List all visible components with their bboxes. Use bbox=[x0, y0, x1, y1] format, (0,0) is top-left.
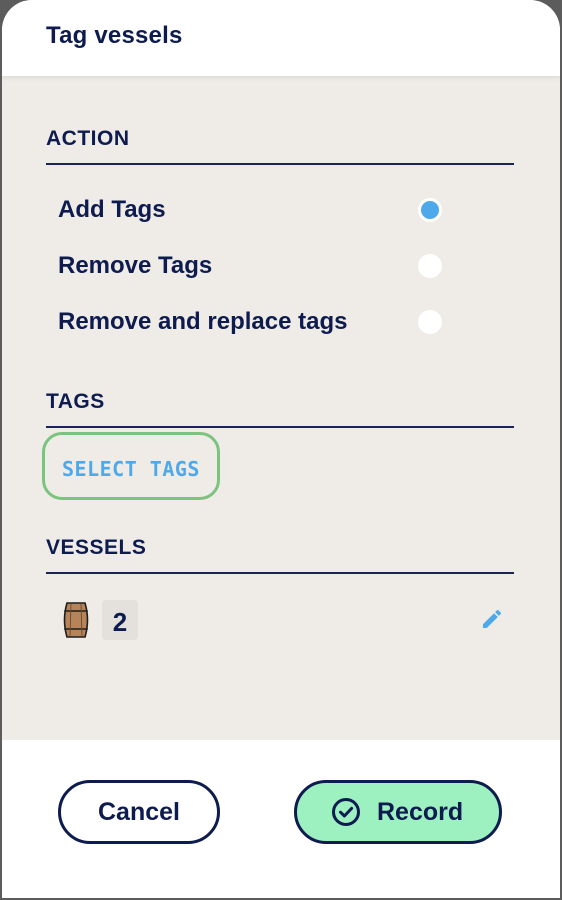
cancel-button[interactable]: Cancel bbox=[58, 780, 220, 844]
tags-section-divider bbox=[46, 426, 514, 428]
action-section-title: ACTION bbox=[46, 127, 130, 150]
modal-header: Tag vessels bbox=[2, 0, 560, 77]
radio-option-add-tags[interactable]: Add Tags bbox=[58, 190, 458, 230]
radio-button-remove-and-replace-tags[interactable] bbox=[418, 310, 442, 334]
radio-option-remove-tags[interactable]: Remove Tags bbox=[58, 246, 458, 286]
barrel-icon bbox=[63, 602, 89, 638]
radio-button-remove-tags[interactable] bbox=[418, 254, 442, 278]
radio-label-remove-tags: Remove Tags bbox=[58, 252, 213, 279]
radio-option-remove-and-replace-tags[interactable]: Remove and replace tags bbox=[58, 302, 458, 342]
record-button[interactable]: Record bbox=[294, 780, 502, 844]
select-tags-label: SELECT TAGS bbox=[62, 457, 200, 481]
vessels-section-title: VESSELS bbox=[46, 536, 147, 559]
cancel-button-label: Cancel bbox=[98, 798, 180, 826]
vessel-count-badge: 2 bbox=[102, 600, 138, 640]
pencil-icon[interactable] bbox=[480, 607, 504, 631]
select-tags-button[interactable]: SELECT TAGS bbox=[42, 432, 220, 500]
action-section-divider bbox=[46, 163, 514, 165]
vessels-section-divider bbox=[46, 572, 514, 574]
record-button-label: Record bbox=[377, 798, 464, 826]
radio-label-add-tags: Add Tags bbox=[58, 196, 166, 223]
radio-button-add-tags[interactable] bbox=[418, 198, 442, 222]
tags-section-title: TAGS bbox=[46, 390, 105, 413]
tag-vessels-modal: Tag vessels ACTION Add Tags Remove Tags … bbox=[2, 0, 560, 898]
modal-footer: Cancel Record bbox=[2, 740, 560, 898]
vessel-count: 2 bbox=[112, 607, 128, 637]
radio-label-remove-and-replace-tags: Remove and replace tags bbox=[58, 308, 348, 335]
check-circle-icon bbox=[332, 798, 360, 826]
page-title: Tag vessels bbox=[46, 22, 183, 49]
